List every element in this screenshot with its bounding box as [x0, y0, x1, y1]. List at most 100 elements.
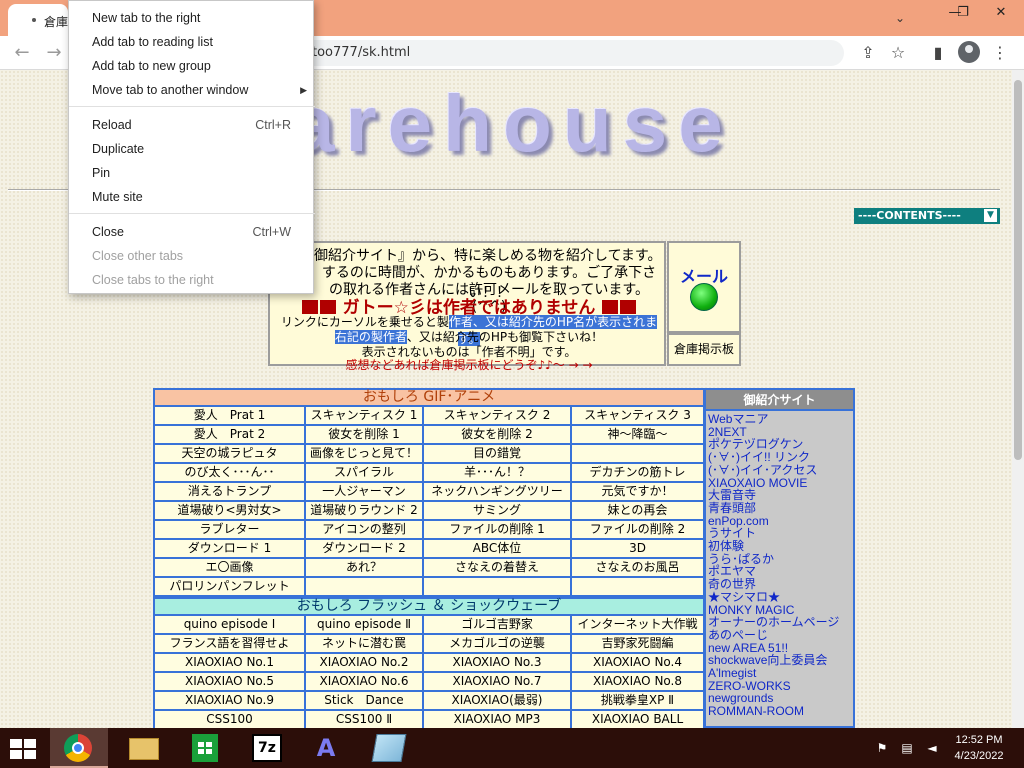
menu-new-tab-right[interactable]: New tab to the right: [69, 6, 315, 30]
table-link-cell[interactable]: ダウンロード 2: [306, 540, 424, 559]
table-link-cell[interactable]: スキャンティスク 2: [424, 407, 572, 426]
table-link-cell[interactable]: さなえの着替え: [424, 559, 572, 578]
table-link-cell[interactable]: ABC体位: [424, 540, 572, 559]
table-link-cell[interactable]: さなえのお風呂: [572, 559, 705, 578]
table-link-cell[interactable]: XIAOXIAO No.4: [572, 654, 705, 673]
mail-link[interactable]: メール: [667, 241, 741, 333]
bookmark-star-icon[interactable]: ☆: [886, 41, 910, 65]
chrome-taskbar-button[interactable]: [50, 728, 108, 768]
table-link-cell[interactable]: 妹との再会: [572, 502, 705, 521]
contents-dropdown[interactable]: ----CONTENTS---- ▼: [854, 208, 1000, 224]
menu-reload[interactable]: Reload Ctrl+R: [69, 113, 315, 137]
profile-avatar[interactable]: [958, 41, 980, 63]
table-link-cell[interactable]: 一人ジャーマン: [306, 483, 424, 502]
table-link-cell[interactable]: 天空の城ラピュタ: [153, 445, 306, 464]
store-taskbar-button[interactable]: [176, 728, 234, 768]
table-link-cell[interactable]: XIAOXIAO No.7: [424, 673, 572, 692]
table-link-cell[interactable]: ファイルの削除 1: [424, 521, 572, 540]
table-link-cell[interactable]: ゴルゴ吉野家: [424, 616, 572, 635]
back-icon[interactable]: ←: [10, 42, 34, 64]
scrollbar-thumb[interactable]: [1014, 80, 1022, 460]
table-link-cell[interactable]: ラブレター: [153, 521, 306, 540]
menu-add-reading-list[interactable]: Add tab to reading list: [69, 30, 315, 54]
table-link-cell[interactable]: XIAOXIAO No.6: [306, 673, 424, 692]
flag-icon[interactable]: ⚑: [874, 740, 890, 756]
table-link-cell[interactable]: 画像をじっと見て！: [306, 445, 424, 464]
table-link-cell[interactable]: 消えるトランプ: [153, 483, 306, 502]
table-link-cell[interactable]: スパイラル: [306, 464, 424, 483]
menu-move-window[interactable]: Move tab to another window ▶: [69, 78, 315, 102]
recommended-site-link[interactable]: ROMMAN-ROOM: [708, 705, 853, 718]
table-link-cell[interactable]: 道場破りラウンド 2: [306, 502, 424, 521]
table-link-cell[interactable]: 3D: [572, 540, 705, 559]
app-taskbar-button[interactable]: A: [297, 728, 355, 768]
table-link-cell[interactable]: あれ？: [306, 559, 424, 578]
table-link-cell[interactable]: インターネット大作戦: [572, 616, 705, 635]
table-link-cell[interactable]: メカゴルゴの逆襲: [424, 635, 572, 654]
menu-add-new-group[interactable]: Add tab to new group: [69, 54, 315, 78]
recommended-site-link[interactable]: 初体験: [708, 540, 853, 553]
recommended-site-link[interactable]: (･∀･)イイ!! リンク: [708, 451, 853, 464]
table-link-cell[interactable]: XIAOXIAO No.5: [153, 673, 306, 692]
table-link-cell[interactable]: CSS100 Ⅱ: [306, 711, 424, 728]
table-link-cell[interactable]: ダウンロード 1: [153, 540, 306, 559]
table-link-cell[interactable]: XIAOXIAO(最弱): [424, 692, 572, 711]
clock[interactable]: 12:52 PM 4/23/2022: [944, 732, 1014, 764]
network-icon[interactable]: ▤: [899, 740, 915, 756]
menu-close[interactable]: Close Ctrl+W: [69, 220, 315, 244]
table-link-cell[interactable]: 羊･･･ん！？: [424, 464, 572, 483]
table-link-cell[interactable]: エ〇画像: [153, 559, 306, 578]
table-link-cell[interactable]: スキャンティスク 1: [306, 407, 424, 426]
table-link-cell[interactable]: ネックハンギングツリー: [424, 483, 572, 502]
menu-duplicate[interactable]: Duplicate: [69, 137, 315, 161]
table-link-cell[interactable]: ネットに潜む罠: [306, 635, 424, 654]
table-link-cell[interactable]: サミング: [424, 502, 572, 521]
notepad-taskbar-button[interactable]: [360, 728, 418, 768]
menu-mute-site[interactable]: Mute site: [69, 185, 315, 209]
chrome-menu-icon[interactable]: ⋮: [988, 41, 1012, 65]
table-link-cell[interactable]: ファイルの削除 2: [572, 521, 705, 540]
recommended-site-link[interactable]: A'lmegist: [708, 667, 853, 680]
table-link-cell[interactable]: のび太く･･･ん･･: [153, 464, 306, 483]
recommended-site-link[interactable]: ★マシマロ★: [708, 591, 853, 604]
table-link-cell[interactable]: 吉野家死闘編: [572, 635, 705, 654]
table-link-cell[interactable]: 道場破り<男対女>: [153, 502, 306, 521]
volume-muted-icon[interactable]: ◄: [924, 740, 940, 756]
table-link-cell[interactable]: 目の錯覚: [424, 445, 572, 464]
vertical-scrollbar[interactable]: [1012, 70, 1024, 728]
recommended-site-link[interactable]: あのぺーじ: [708, 629, 853, 642]
table-link-cell[interactable]: quino episode Ⅰ: [153, 616, 306, 635]
recommended-site-link[interactable]: Webマニア: [708, 413, 853, 426]
table-link-cell[interactable]: 彼女を削除 1: [306, 426, 424, 445]
table-link-cell[interactable]: 彼女を削除 2: [424, 426, 572, 445]
table-link-cell[interactable]: XIAOXIAO No.9: [153, 692, 306, 711]
table-link-cell[interactable]: XIAOXIAO No.3: [424, 654, 572, 673]
table-link-cell[interactable]: 挑戦拳皇XP Ⅱ: [572, 692, 705, 711]
table-link-cell[interactable]: 愛人 Prat 2: [153, 426, 306, 445]
table-link-cell[interactable]: 元気ですか！: [572, 483, 705, 502]
table-link-cell[interactable]: XIAOXIAO No.1: [153, 654, 306, 673]
side-panel-icon[interactable]: ▮: [926, 41, 950, 65]
active-tab[interactable]: 倉庫: [8, 4, 68, 36]
table-link-cell[interactable]: 愛人 Prat 1: [153, 407, 306, 426]
file-explorer-taskbar-button[interactable]: [115, 728, 173, 768]
tab-search-icon[interactable]: ⌄: [888, 8, 912, 28]
bbs-link[interactable]: 倉庫掲示板: [667, 333, 741, 366]
recommended-site-link[interactable]: (･∀･)イイ･アクセス: [708, 464, 853, 477]
forward-icon[interactable]: →: [42, 42, 66, 64]
table-link-cell[interactable]: XIAOXIAO No.8: [572, 673, 705, 692]
7zip-taskbar-button[interactable]: 7z: [238, 728, 296, 768]
table-link-cell[interactable]: CSS100: [153, 711, 306, 728]
table-link-cell[interactable]: XIAOXIAO BALL: [572, 711, 705, 728]
share-icon[interactable]: ⇪: [856, 41, 880, 65]
menu-pin[interactable]: Pin: [69, 161, 315, 185]
close-window-button[interactable]: ✕: [978, 0, 1024, 28]
table-link-cell[interactable]: フランス語を習得せよ: [153, 635, 306, 654]
table-link-cell[interactable]: アイコンの整列: [306, 521, 424, 540]
table-link-cell[interactable]: XIAOXIAO MP3: [424, 711, 572, 728]
windows-start-icon[interactable]: [10, 739, 38, 759]
table-link-cell[interactable]: パロリンパンフレット: [153, 578, 306, 597]
table-link-cell[interactable]: XIAOXIAO No.2: [306, 654, 424, 673]
table-link-cell[interactable]: quino episode Ⅱ: [306, 616, 424, 635]
recommended-site-link[interactable]: 青春頭部: [708, 502, 853, 515]
